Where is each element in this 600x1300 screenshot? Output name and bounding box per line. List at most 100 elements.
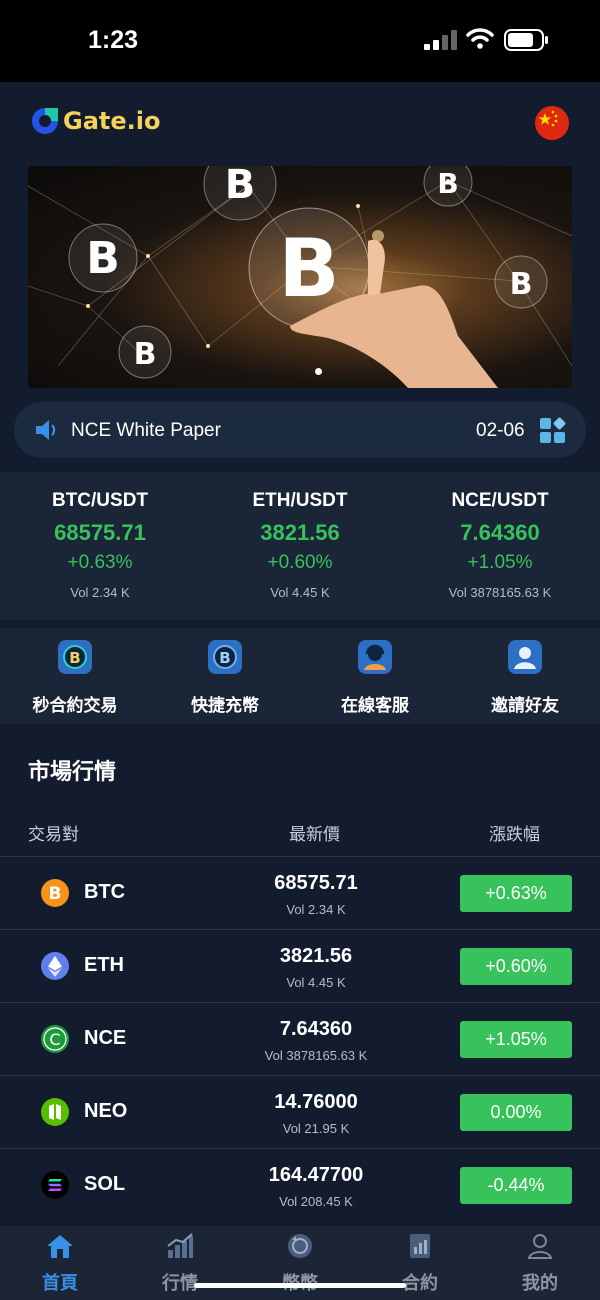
app-header: Gate.io [0, 82, 600, 162]
shortcut-quick-deposit[interactable]: B 快捷充幣 [150, 628, 300, 724]
svg-text:B: B [219, 649, 230, 667]
home-indicator [194, 1283, 406, 1288]
ticker-price: 3821.56 [260, 520, 340, 545]
ethereum-icon [41, 952, 69, 980]
shortcut-label: 在線客服 [341, 696, 409, 715]
ticker-price: 7.64360 [460, 520, 540, 545]
svg-text:B: B [49, 884, 62, 904]
profile-icon [527, 1234, 553, 1259]
svg-text:C: C [49, 1030, 60, 1049]
tab-coin-swap[interactable]: 幣幣 [240, 1226, 360, 1300]
tab-label: 合約 [402, 1273, 438, 1293]
coin-price: 68575.71 [274, 872, 358, 894]
coin-price: 3821.56 [279, 945, 353, 967]
coin-symbol: ETH [84, 954, 124, 976]
home-icon [47, 1235, 73, 1258]
change-badge[interactable]: +0.63% [460, 875, 572, 912]
ticker-strip: BTC/USDT 68575.71 +0.63% Vol 2.34 K ETH/… [0, 472, 600, 620]
ticker-pair: BTC/USDT [51, 490, 149, 511]
market-row-eth[interactable]: ETH 3821.56 Vol 4.45 K +0.60% [0, 929, 600, 1002]
svg-text:B: B [86, 233, 120, 284]
market-row-sol[interactable]: SOL 164.47700 Vol 208.45 K -0.44% [0, 1148, 600, 1221]
tab-profile[interactable]: 我的 [480, 1226, 600, 1300]
coin-volume: Vol 4.45 K [286, 975, 346, 990]
battery-icon [504, 29, 548, 51]
ticker-change: +0.63% [67, 552, 133, 573]
ticker-price: 68575.71 [54, 520, 146, 545]
coin-volume: Vol 208.45 K [279, 1194, 353, 1209]
shortcut-customer-service[interactable]: 在線客服 [300, 628, 450, 724]
speaker-icon [36, 420, 56, 440]
shortcut-label: 邀請好友 [491, 696, 559, 715]
coin-symbol: SOL [84, 1173, 126, 1195]
tab-home[interactable]: 首頁 [0, 1226, 120, 1300]
bitcoin-exchange-icon: B [58, 640, 92, 674]
carousel-indicator-dot[interactable] [315, 368, 322, 375]
status-bar: 1:23 [0, 0, 600, 82]
svg-text:B: B [134, 337, 157, 372]
logo-text: Gate.io [63, 107, 161, 135]
bitcoin-deposit-icon: B [208, 640, 242, 674]
coin-volume: Vol 21.95 K [282, 1121, 350, 1136]
ticker-pair: NCE/USDT [451, 490, 549, 511]
svg-text:B: B [69, 649, 80, 667]
ticker-volume: Vol 3878165.63 K [448, 585, 552, 600]
ticker-change: +0.60% [267, 552, 333, 573]
quick-actions: B 秒合約交易 B 快捷充幣 在線客服 邀請好友 [0, 628, 600, 724]
cellular-signal-icon [424, 30, 458, 50]
invite-friend-icon [508, 640, 542, 674]
column-header-change: 漲跌幅 [489, 825, 540, 844]
ticker-pair: ETH/USDT [252, 490, 348, 511]
market-title: 市場行情 [28, 759, 117, 784]
promo-banner[interactable]: B B B B B B [28, 166, 572, 388]
grid-menu-icon[interactable] [540, 416, 567, 444]
coin-volume: Vol 3878165.63 K [264, 1048, 368, 1063]
solana-icon [41, 1171, 69, 1199]
tab-label: 行情 [162, 1273, 198, 1293]
coin-symbol: NEO [84, 1100, 128, 1122]
change-badge[interactable]: -0.44% [460, 1167, 572, 1204]
ticker-volume: Vol 2.34 K [70, 585, 130, 600]
change-badge[interactable]: +1.05% [460, 1021, 572, 1058]
nce-coin-icon: C [41, 1025, 69, 1053]
svg-text:B: B [225, 166, 256, 208]
tab-market[interactable]: 行情 [120, 1226, 240, 1300]
ticker-volume: Vol 4.45 K [270, 585, 330, 600]
column-header-pair: 交易對 [28, 825, 79, 844]
china-flag-icon[interactable] [535, 106, 569, 140]
bitcoin-icon: B [41, 879, 69, 907]
tab-label: 首頁 [42, 1273, 78, 1293]
announcement-text[interactable]: NCE White Paper [71, 420, 221, 442]
shortcut-label: 快捷充幣 [191, 696, 259, 715]
market-chart-icon [167, 1233, 193, 1258]
gate-logo-icon [32, 108, 58, 134]
shortcut-label: 秒合約交易 [32, 696, 118, 715]
customer-service-icon [358, 640, 392, 674]
coin-volume: Vol 2.34 K [286, 902, 346, 917]
market-row-nce[interactable]: C NCE 7.64360 Vol 3878165.63 K +1.05% [0, 1002, 600, 1075]
change-badge[interactable]: +0.60% [460, 948, 572, 985]
coin-symbol: BTC [84, 881, 126, 903]
announcement-date: 02-06 [476, 420, 525, 441]
ticker-change: +1.05% [467, 552, 533, 573]
bottom-tab-bar: 首頁 行情 幣幣 合約 我的 [0, 1226, 600, 1300]
tab-label: 我的 [522, 1273, 558, 1293]
coin-price: 14.76000 [274, 1091, 358, 1113]
shortcut-second-contract[interactable]: B 秒合約交易 [0, 628, 150, 724]
gate-io-logo[interactable]: Gate.io [30, 106, 160, 136]
svg-text:B: B [437, 167, 458, 200]
announcement-bar[interactable]: NCE White Paper 02-06 [14, 402, 586, 458]
coin-price: 164.47700 [268, 1164, 364, 1186]
contract-icon [410, 1234, 430, 1258]
market-row-btc[interactable]: B BTC 68575.71 Vol 2.34 K +0.63% [0, 856, 600, 929]
wifi-icon [466, 28, 494, 49]
coin-price: 7.64360 [279, 1018, 353, 1040]
tab-label: 幣幣 [240, 1269, 360, 1295]
market-row-neo[interactable]: NEO 14.76000 Vol 21.95 K 0.00% [0, 1075, 600, 1148]
svg-text:B: B [510, 267, 533, 302]
change-badge[interactable]: 0.00% [460, 1094, 572, 1131]
market-section: 市場行情 交易對 最新價 漲跌幅 B BTC 68575.71 Vol 2.34… [0, 732, 600, 1226]
tab-contract[interactable]: 合約 [360, 1226, 480, 1300]
shortcut-invite-friend[interactable]: 邀請好友 [450, 628, 600, 724]
neo-coin-icon [41, 1098, 69, 1126]
